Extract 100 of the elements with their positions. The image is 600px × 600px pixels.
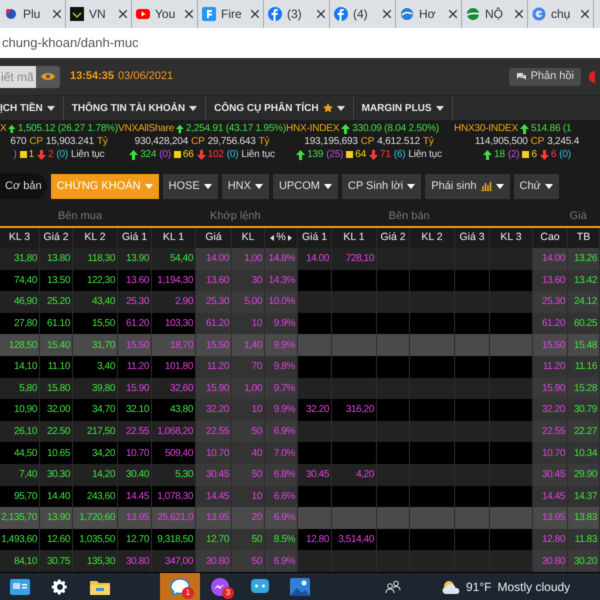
table-cell-text: 15.50 bbox=[542, 338, 565, 353]
search-field[interactable]: iết mã bbox=[0, 66, 36, 88]
table-cell-text: 50 bbox=[252, 425, 262, 440]
close-icon[interactable] bbox=[383, 10, 391, 18]
notification-badge: 1 bbox=[182, 587, 194, 599]
table-row[interactable]: 2,135,70 13.90 1,720,60 13.95 25,621,0 13.95 20 6.9% 13.95 13.83 bbox=[0, 507, 600, 529]
stock-count: 64 bbox=[355, 148, 366, 161]
market-tab[interactable]: Chứ bbox=[514, 174, 559, 198]
table-row[interactable]: 46,90 25.20 43,40 25.30 2,90 25.30 5,00 10.0% 25.30 24.12 bbox=[0, 291, 600, 313]
table-cell-text: 6.9% bbox=[274, 554, 295, 569]
table-cell-text: 10.0% bbox=[268, 295, 295, 310]
caret-icon bbox=[496, 184, 504, 188]
index-volume: 193,195,693 bbox=[304, 135, 358, 148]
stock-count: (25) bbox=[326, 148, 344, 161]
table-cell-text: 13.26 bbox=[574, 252, 597, 266]
index-volume: 670 bbox=[10, 135, 26, 148]
table-cell-text: 54,40 bbox=[170, 252, 193, 266]
index-change: 1,505.12 (26.27 1.78%) bbox=[18, 122, 118, 135]
close-icon[interactable] bbox=[53, 10, 61, 18]
table-cell-text: 5,80 bbox=[19, 382, 37, 396]
table-row[interactable]: 95,70 14.40 243,60 14.45 1,078,30 14.45 10 6.6% 14.45 14.37 bbox=[0, 486, 600, 508]
table-cell-text: 14.00 bbox=[542, 252, 565, 266]
market-tab[interactable]: HNX bbox=[222, 174, 269, 198]
table-cell-text: 15.80 bbox=[46, 382, 70, 396]
taskbar-app[interactable]: 1 bbox=[160, 573, 200, 600]
table-cell-text: 5,30 bbox=[175, 468, 193, 482]
photo-icon bbox=[290, 578, 310, 596]
table-cell-text: 61.20 bbox=[542, 317, 565, 332]
site-favicon-icon bbox=[466, 7, 480, 21]
index-name: VNXAllShare bbox=[118, 122, 174, 135]
market-tab[interactable]: HOSE bbox=[162, 174, 218, 198]
table-cell-text: 24.12 bbox=[574, 295, 597, 310]
market-tab[interactable]: CP Sinh lời bbox=[342, 174, 422, 198]
stock-count: 139 bbox=[307, 148, 324, 161]
table-cell-text: 9,318,50 bbox=[157, 533, 193, 548]
stock-count: 324 bbox=[140, 148, 156, 161]
right-arrow-icon[interactable] bbox=[288, 235, 292, 241]
close-icon[interactable] bbox=[185, 10, 193, 18]
stock-count: (0) bbox=[226, 148, 238, 161]
table-cell-text: 25.30 bbox=[206, 295, 229, 310]
table-cell-text: 34,20 bbox=[92, 446, 115, 461]
feedback-button[interactable]: Phản hồi bbox=[508, 68, 581, 86]
market-tab[interactable]: UPCOM bbox=[272, 174, 338, 198]
eye-button[interactable] bbox=[36, 66, 60, 88]
table-cell-text: 15.28 bbox=[574, 382, 597, 396]
square-icon bbox=[174, 151, 181, 158]
square-icon bbox=[522, 151, 530, 158]
table-row[interactable]: 26,10 22.50 217,50 22.55 1,068,20 22.55 50 6.9% 22.55 22.27 bbox=[0, 420, 600, 442]
site-favicon-icon bbox=[202, 7, 216, 21]
table-cell-text: 13.95 bbox=[206, 511, 229, 526]
stock-count: ) bbox=[14, 148, 17, 161]
table-cell-text: 50 bbox=[252, 554, 262, 569]
table-cell-text: 30.45 bbox=[542, 468, 565, 482]
table-cell-text: 25.20 bbox=[46, 295, 70, 310]
session-status: Liên tục bbox=[71, 148, 104, 161]
address-bar-url[interactable]: chung-khoan/danh-muc bbox=[2, 33, 139, 53]
table-cell-text: 10.70 bbox=[206, 446, 229, 461]
table-row[interactable]: 74,40 13.50 122,30 13.60 1,194,30 13.60 30 14.3% 13.60 13.42 bbox=[0, 270, 600, 292]
close-icon[interactable] bbox=[449, 10, 457, 18]
close-icon[interactable] bbox=[515, 10, 523, 18]
down-arrow-icon bbox=[369, 150, 378, 160]
basic-toggle[interactable]: Cơ bản bbox=[0, 173, 47, 199]
people-icon[interactable] bbox=[385, 580, 401, 594]
table-cell-text: 40 bbox=[252, 446, 262, 461]
close-icon[interactable] bbox=[119, 10, 127, 18]
taskbar-app[interactable]: 3 bbox=[200, 573, 240, 600]
table-row[interactable]: 84,10 30.75 135,30 30.80 347,00 30.80 50 6.9% 30.80 30.20 bbox=[0, 550, 600, 572]
table-cell-text: 13.95 bbox=[126, 511, 149, 526]
close-icon[interactable] bbox=[317, 10, 325, 18]
table-cell-text: 74,40 bbox=[14, 274, 37, 288]
table-cell-text: 14.3% bbox=[268, 274, 295, 288]
site-favicon-icon bbox=[400, 7, 414, 21]
table-row[interactable]: 7,40 30.30 14,20 30.40 5,30 30.45 50 6.8% 30.45 4,20 30.45 29.90 bbox=[0, 464, 600, 486]
table-row[interactable]: 128,50 15.40 31,70 15.50 18,70 15.50 1,40 9.9% 15.50 15.48 bbox=[0, 334, 600, 356]
stock-count: 71 bbox=[380, 148, 391, 161]
table-row[interactable]: 27,80 61.10 15,50 61.20 103,30 61.20 10 9.9% 61.20 60.25 bbox=[0, 312, 600, 334]
table-cell-text: 2,90 bbox=[175, 295, 193, 310]
close-icon[interactable] bbox=[581, 10, 589, 18]
table-cell-text: 32.00 bbox=[46, 403, 70, 418]
up-arrow-icon bbox=[129, 150, 138, 160]
caret-icon bbox=[144, 184, 153, 188]
table-row[interactable]: 1,493,60 12.60 1,035,50 12.70 9,318,50 12.70 50 8.5% 12.80 3,514,40 12.80 11.83 bbox=[0, 528, 600, 550]
table-cell-text: 1,40 bbox=[244, 338, 262, 353]
table-cell-text: 46,90 bbox=[14, 295, 37, 310]
table-cell-text: 6.8% bbox=[274, 468, 295, 482]
table-cell-text: 34,70 bbox=[92, 403, 115, 418]
volume-unit: CP bbox=[191, 135, 205, 148]
table-cell-text: 61.20 bbox=[126, 317, 149, 332]
table-row[interactable]: 31,80 13.80 118,30 13.90 54,40 14.00 1,00 14.8% 14.00 728,10 14.00 13.26 bbox=[0, 248, 600, 270]
table-cell-text: 15,50 bbox=[92, 317, 115, 332]
table-row[interactable]: 5,80 15.80 39,80 15.90 32,60 15.90 1,00 9.7% 15.90 15.28 bbox=[0, 378, 600, 400]
left-arrow-icon[interactable] bbox=[270, 235, 274, 241]
table-cell-text: 15.50 bbox=[206, 338, 229, 353]
market-tab[interactable]: Phái sinh bbox=[425, 174, 510, 198]
table-cell-text: 50 bbox=[252, 533, 262, 548]
close-icon[interactable] bbox=[251, 10, 259, 18]
table-cell-text: 30.80 bbox=[542, 554, 565, 569]
table-cell-text: 13.80 bbox=[46, 252, 70, 266]
session-status: Liên tục bbox=[241, 148, 275, 161]
volume-unit: CP bbox=[29, 135, 43, 148]
